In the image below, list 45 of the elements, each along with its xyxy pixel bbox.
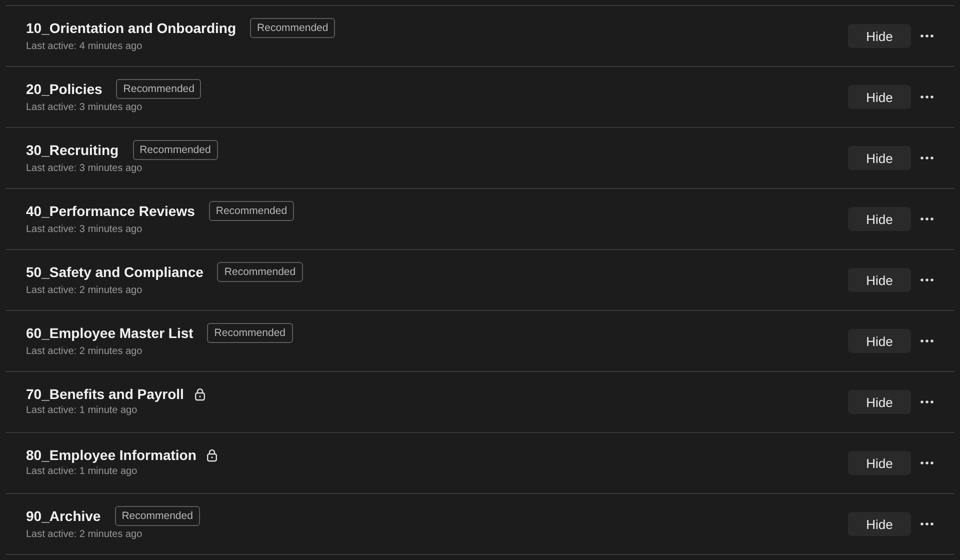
hide-button[interactable]: Hide [848,146,911,170]
hide-button[interactable]: Hide [848,329,911,353]
more-options-icon[interactable] [920,156,934,160]
recommended-tag: Recommended [217,262,303,282]
last-active-text: Last active: 3 minutes ago [26,102,144,113]
last-active-text: Last active: 2 minutes ago [26,346,144,357]
channel-name: 30_Recruiting [26,142,119,158]
last-active-text: Last active: 2 minutes ago [26,285,144,296]
last-active-text: Last active: 1 minute ago [26,466,138,477]
last-active-text: Last active: 3 minutes ago [26,163,144,174]
hide-button[interactable]: Hide [848,512,911,536]
channel-name: 40_Performance Reviews [26,203,195,219]
channel-name: 70_Benefits and Payroll [26,386,184,402]
last-active-text: Last active: 4 minutes ago [26,41,144,52]
hide-button[interactable]: Hide [848,451,911,475]
more-options-icon[interactable] [920,339,934,343]
recommended-tag: Recommended [208,201,294,221]
recommended-tag: Recommended [116,79,202,99]
more-options-icon[interactable] [920,95,934,99]
hide-button[interactable]: Hide [848,85,911,109]
recommended-tag: Recommended [132,140,218,160]
more-options-icon[interactable] [920,278,934,282]
hide-button[interactable]: Hide [848,390,911,414]
recommended-tag: Recommended [250,18,336,38]
hide-button[interactable]: Hide [848,207,911,231]
channel-name: 80_Employee Information [26,447,196,463]
last-active-text: Last active: 1 minute ago [26,405,138,416]
hide-button[interactable]: Hide [848,24,911,48]
channel-name: 50_Safety and Compliance [26,264,204,280]
more-options-icon[interactable] [920,400,934,404]
channel-name: 60_Employee Master List [26,325,194,341]
more-options-icon[interactable] [920,34,934,38]
more-options-icon[interactable] [920,522,934,526]
more-options-icon[interactable] [920,461,934,465]
recommended-tag: Recommended [114,506,200,526]
lock-icon [206,448,218,462]
hide-button[interactable]: Hide [848,268,911,292]
lock-icon [194,388,206,400]
recommended-tag: Recommended [207,323,292,343]
more-options-icon[interactable] [920,217,934,221]
channel-name: 20_Policies [26,81,102,97]
channel-name: 90_Archive [26,508,101,524]
channel-name: 10_Orientation and Onboarding [26,20,236,36]
last-active-text: Last active: 2 minutes ago [26,529,144,540]
last-active-text: Last active: 3 minutes ago [26,224,144,235]
